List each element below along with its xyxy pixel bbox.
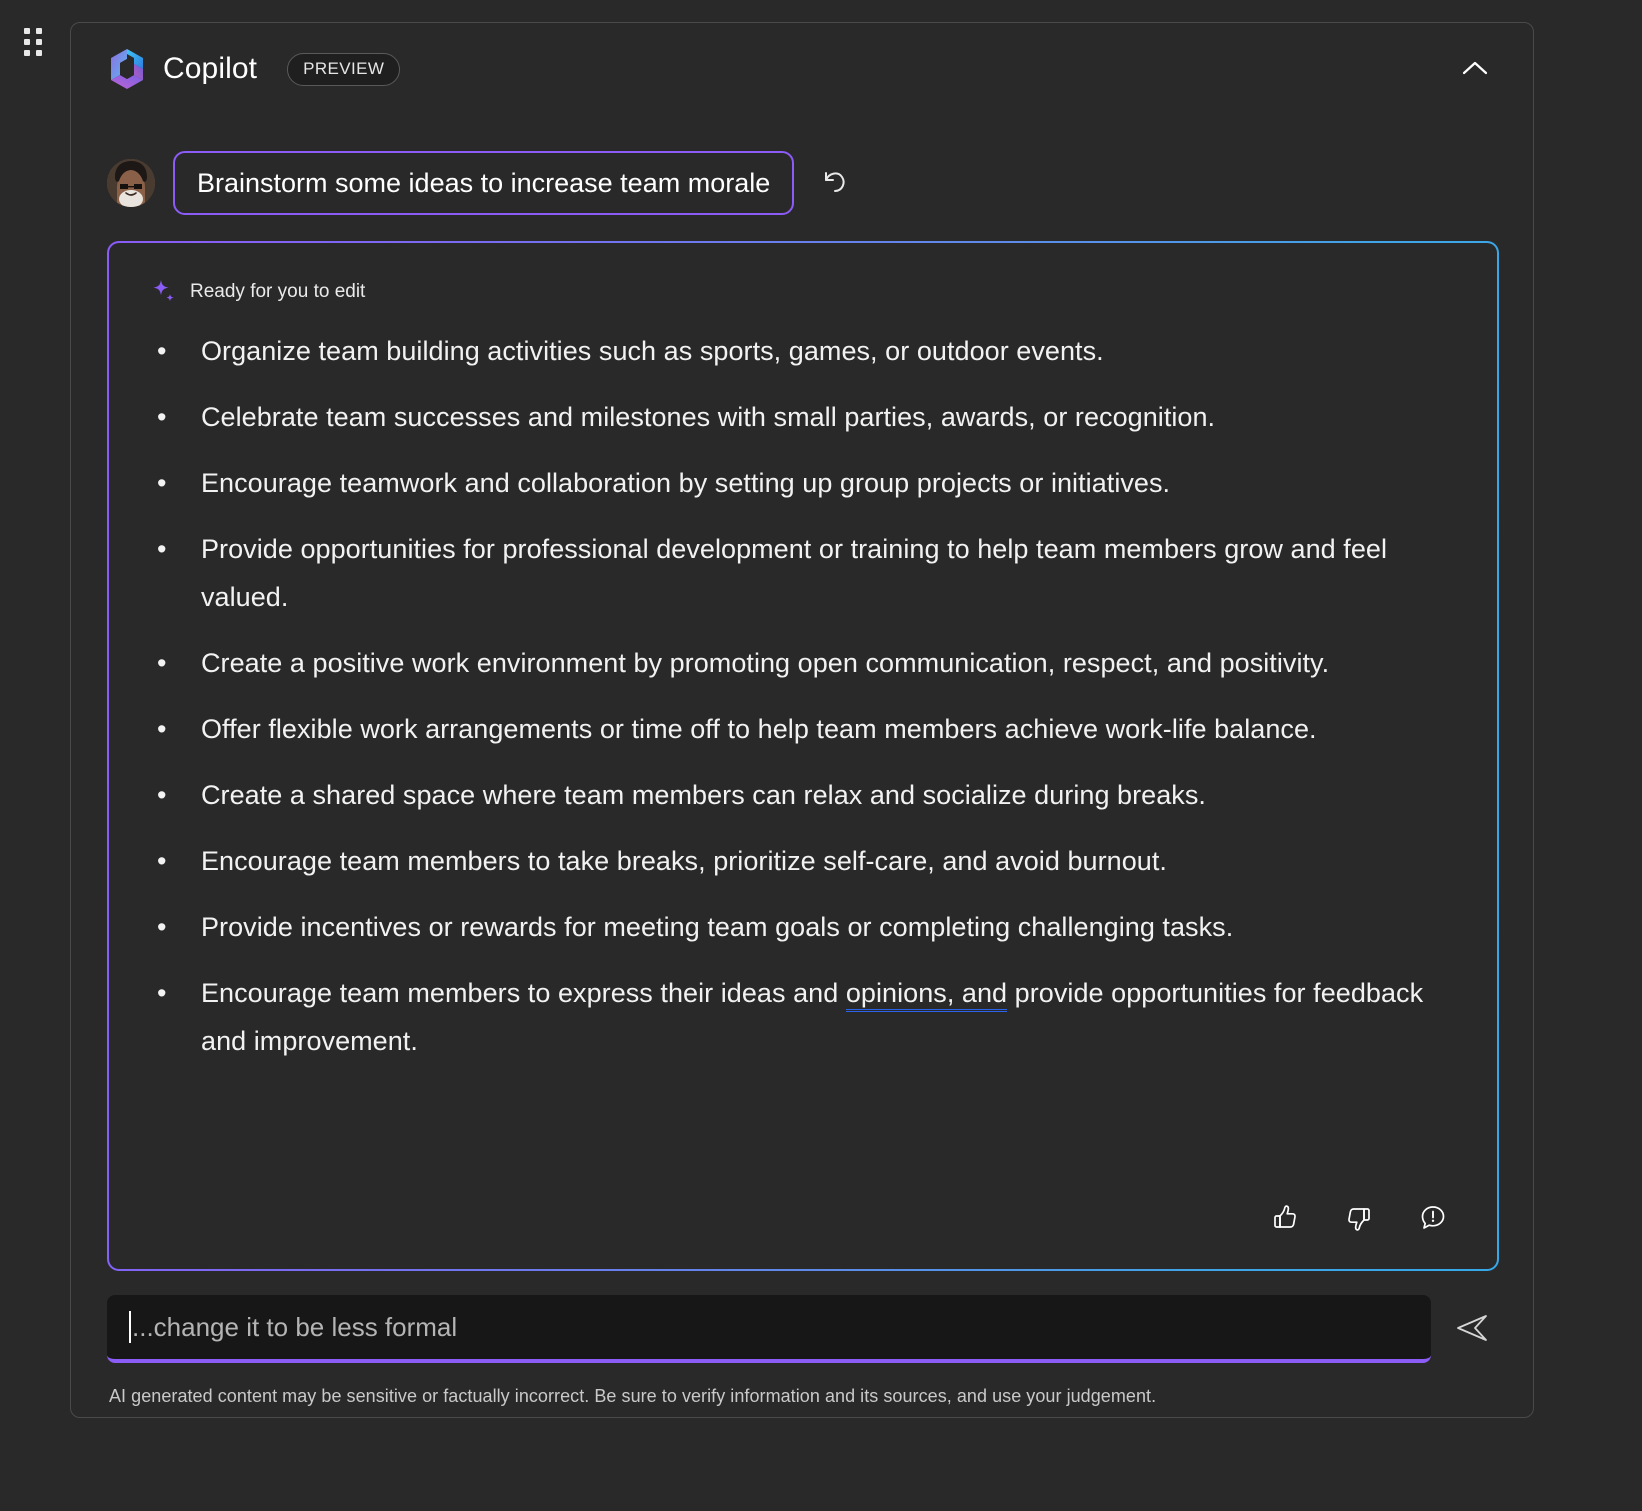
ai-disclaimer: AI generated content may be sensitive or…	[109, 1386, 1157, 1406]
chat-input[interactable]: ...change it to be less formal	[107, 1295, 1431, 1363]
prompt-row: Brainstorm some ideas to increase team m…	[107, 151, 856, 215]
response-status-label: Ready for you to edit	[190, 281, 366, 302]
report-feedback-button[interactable]	[1411, 1197, 1455, 1241]
drag-handle[interactable]	[24, 28, 44, 60]
copilot-panel: Copilot PREVIEW Brainstorm some ideas to…	[70, 22, 1534, 1418]
list-item-text: Offer flexible work arrangements or time…	[201, 714, 1317, 744]
chevron-up-icon	[1458, 52, 1492, 86]
thumbs-down-button[interactable]	[1337, 1197, 1381, 1241]
list-item-text: Encourage teamwork and collaboration by …	[201, 468, 1171, 498]
list-item: Encourage team members to express their …	[151, 969, 1441, 1065]
list-item: Celebrate team successes and milestones …	[151, 393, 1441, 441]
panel-header: Copilot PREVIEW	[71, 23, 1533, 115]
copilot-panel-page: Copilot PREVIEW Brainstorm some ideas to…	[0, 0, 1642, 1511]
drag-dot	[24, 50, 30, 56]
thumbs-up-button[interactable]	[1263, 1197, 1307, 1241]
page-title: Copilot	[163, 52, 258, 85]
preview-badge: PREVIEW	[287, 52, 401, 86]
sparkle-icon	[151, 279, 177, 305]
response-card: Ready for you to edit Organize team buil…	[107, 241, 1499, 1271]
user-prompt-text[interactable]: Brainstorm some ideas to increase team m…	[173, 151, 795, 215]
grammar-suggestion[interactable]: opinions, and	[845, 978, 1008, 1012]
text-caret	[129, 1311, 131, 1343]
drag-dot	[36, 50, 42, 56]
chat-input-placeholder: ...change it to be less formal	[132, 1311, 458, 1342]
list-item: Create a shared space where team members…	[151, 771, 1441, 819]
thumbs-up-icon	[1269, 1202, 1301, 1237]
list-item-text: Celebrate team successes and milestones …	[201, 402, 1216, 432]
list-item-text: Encourage team members to express their …	[201, 978, 846, 1008]
copilot-logo-icon	[107, 47, 147, 91]
regenerate-button[interactable]	[812, 161, 856, 205]
list-item-text: Create a shared space where team members…	[201, 780, 1206, 810]
list-item: Provide opportunities for professional d…	[151, 525, 1441, 621]
list-item: Offer flexible work arrangements or time…	[151, 705, 1441, 753]
collapse-button[interactable]	[1451, 45, 1499, 93]
send-button[interactable]	[1445, 1302, 1499, 1356]
send-icon	[1453, 1309, 1491, 1350]
list-item-text: Provide incentives or rewards for meetin…	[201, 912, 1234, 942]
feedback-row	[1263, 1197, 1455, 1241]
response-body: Ready for you to edit Organize team buil…	[109, 243, 1497, 1269]
drag-dot	[24, 39, 30, 45]
list-item-text: Create a positive work environment by pr…	[201, 648, 1330, 678]
drag-dot	[36, 28, 42, 34]
undo-regenerate-icon	[817, 165, 851, 202]
list-item: Encourage teamwork and collaboration by …	[151, 459, 1441, 507]
list-item-text: Encourage team members to take breaks, p…	[201, 846, 1167, 876]
ideas-list: Organize team building activities such a…	[151, 327, 1441, 1065]
drag-dot	[36, 39, 42, 45]
response-status: Ready for you to edit	[151, 279, 1463, 305]
drag-dot	[24, 28, 30, 34]
thumbs-down-icon	[1343, 1202, 1375, 1237]
composer-row: ...change it to be less formal	[107, 1295, 1499, 1363]
list-item: Encourage team members to take breaks, p…	[151, 837, 1441, 885]
list-item: Provide incentives or rewards for meetin…	[151, 903, 1441, 951]
report-feedback-icon	[1417, 1202, 1449, 1237]
list-item: Organize team building activities such a…	[151, 327, 1441, 375]
list-item-text: Organize team building activities such a…	[201, 336, 1104, 366]
user-avatar	[107, 159, 155, 207]
list-item-text: Provide opportunities for professional d…	[201, 534, 1387, 612]
list-item: Create a positive work environment by pr…	[151, 639, 1441, 687]
brand: Copilot PREVIEW	[107, 47, 401, 91]
